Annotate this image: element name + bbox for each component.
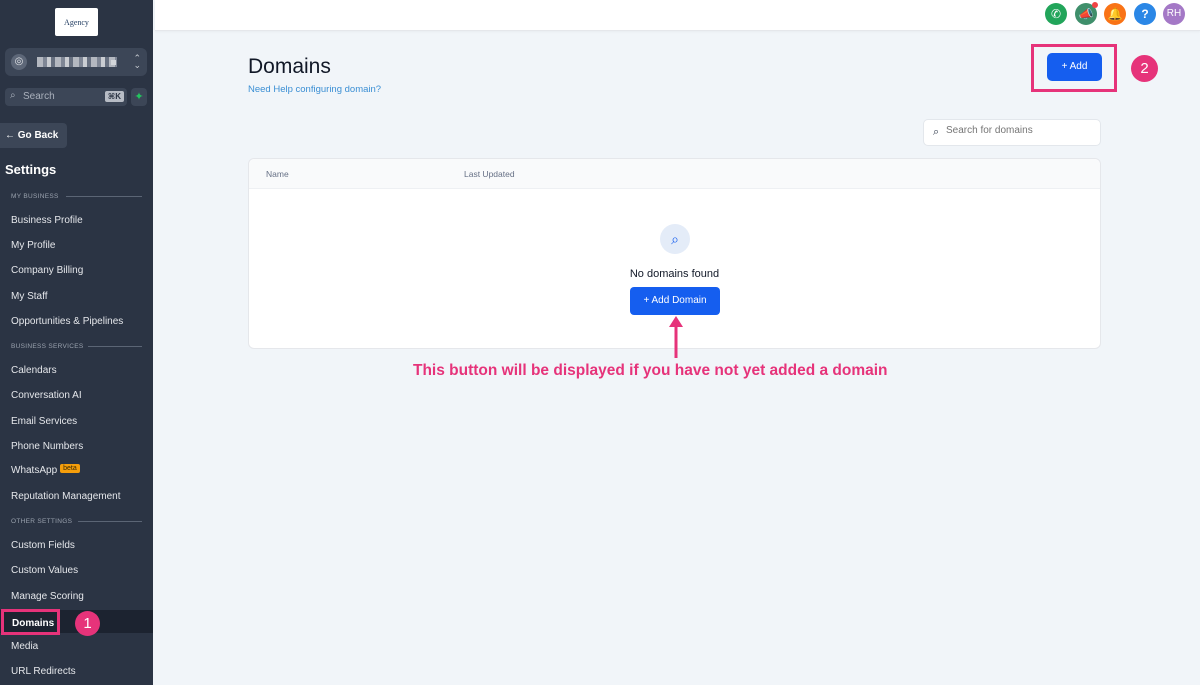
- sidebar-item-company-billing[interactable]: Company Billing: [11, 265, 83, 276]
- search-icon: ⌕: [933, 126, 940, 138]
- domain-search-input[interactable]: [946, 125, 1096, 136]
- top-bar: [155, 0, 1200, 31]
- help-link[interactable]: Need Help configuring domain?: [248, 84, 381, 95]
- go-back-label: Go Back: [17, 130, 59, 141]
- sidebar-item-reputation[interactable]: Reputation Management: [11, 491, 121, 502]
- agency-logo[interactable]: Agency: [55, 8, 98, 36]
- sidebar-item-custom-fields[interactable]: Custom Fields: [11, 540, 75, 551]
- sidebar-search-label: Search: [23, 91, 55, 102]
- section-divider: [66, 196, 142, 197]
- section-divider: [88, 346, 142, 347]
- notification-dot: [1092, 2, 1098, 8]
- sidebar-item-media[interactable]: Media: [11, 641, 38, 652]
- account-switcher[interactable]: ◎ ⌃ ⌄: [5, 48, 147, 76]
- add-button[interactable]: + Add: [1047, 53, 1102, 81]
- empty-state-text: No domains found: [629, 268, 720, 280]
- sidebar: Agency ◎ ⌃ ⌄ ⌕ Search ⌘K ✦ ← Go Back Sett…: [0, 0, 153, 685]
- user-avatar[interactable]: RH: [1163, 3, 1185, 25]
- section-my-business: MY BUSINESS: [11, 193, 59, 200]
- sidebar-item-phone-numbers[interactable]: Phone Numbers: [11, 441, 83, 452]
- sidebar-item-manage-scoring[interactable]: Manage Scoring: [11, 591, 84, 602]
- whatsapp-label: WhatsApp: [11, 465, 58, 476]
- section-divider: [78, 521, 142, 522]
- column-name[interactable]: Name: [266, 169, 289, 179]
- sidebar-item-calendars[interactable]: Calendars: [11, 365, 57, 376]
- table-header: Name Last Updated: [249, 159, 1100, 189]
- bell-icon[interactable]: 🔔: [1104, 3, 1126, 25]
- help-icon[interactable]: ?: [1134, 3, 1156, 25]
- column-last-updated[interactable]: Last Updated: [464, 169, 515, 179]
- step-badge-2: 2: [1131, 55, 1158, 82]
- sidebar-item-url-redirects[interactable]: URL Redirects: [11, 666, 76, 677]
- go-back-button[interactable]: ← Go Back: [0, 123, 67, 148]
- sidebar-item-domains[interactable]: Domains: [1, 609, 60, 635]
- page-title: Domains: [248, 55, 331, 78]
- search-icon: ⌕: [660, 224, 690, 254]
- account-name-redacted: [37, 57, 117, 67]
- sidebar-item-whatsapp[interactable]: WhatsApp beta: [11, 464, 80, 476]
- chevron-updown-icon: ⌃ ⌄: [133, 53, 141, 70]
- sidebar-item-my-profile[interactable]: My Profile: [11, 240, 55, 251]
- logo-text: Agency: [64, 17, 89, 27]
- sparkle-icon[interactable]: ✦: [131, 88, 147, 106]
- location-icon: ◎: [11, 54, 27, 70]
- phone-icon[interactable]: ✆: [1045, 3, 1067, 25]
- sidebar-item-business-profile[interactable]: Business Profile: [11, 215, 83, 226]
- step-badge-1: 1: [75, 611, 100, 636]
- annotation-note: This button will be displayed if you hav…: [413, 362, 888, 379]
- section-other-settings: OTHER SETTINGS: [11, 518, 73, 525]
- settings-title: Settings: [5, 162, 57, 177]
- sidebar-item-my-staff[interactable]: My Staff: [11, 291, 48, 302]
- sidebar-item-opportunities[interactable]: Opportunities & Pipelines: [11, 316, 123, 327]
- search-shortcut: ⌘K: [104, 91, 124, 102]
- beta-badge: beta: [60, 464, 80, 473]
- add-domain-button[interactable]: + Add Domain: [630, 287, 720, 315]
- sidebar-item-email-services[interactable]: Email Services: [11, 416, 77, 427]
- account-name-redacted-tail: [111, 60, 116, 65]
- domain-search: ⌕: [923, 119, 1101, 146]
- sidebar-search[interactable]: ⌕ Search ⌘K: [5, 88, 127, 106]
- annotation-arrow-icon: [669, 316, 683, 358]
- sidebar-item-custom-values[interactable]: Custom Values: [11, 565, 78, 576]
- sidebar-item-conversation-ai[interactable]: Conversation AI: [11, 390, 82, 401]
- search-icon: ⌕: [10, 90, 16, 101]
- section-business-services: BUSINESS SERVICES: [11, 343, 84, 350]
- sidebar-item-domains-label: Domains: [12, 618, 55, 629]
